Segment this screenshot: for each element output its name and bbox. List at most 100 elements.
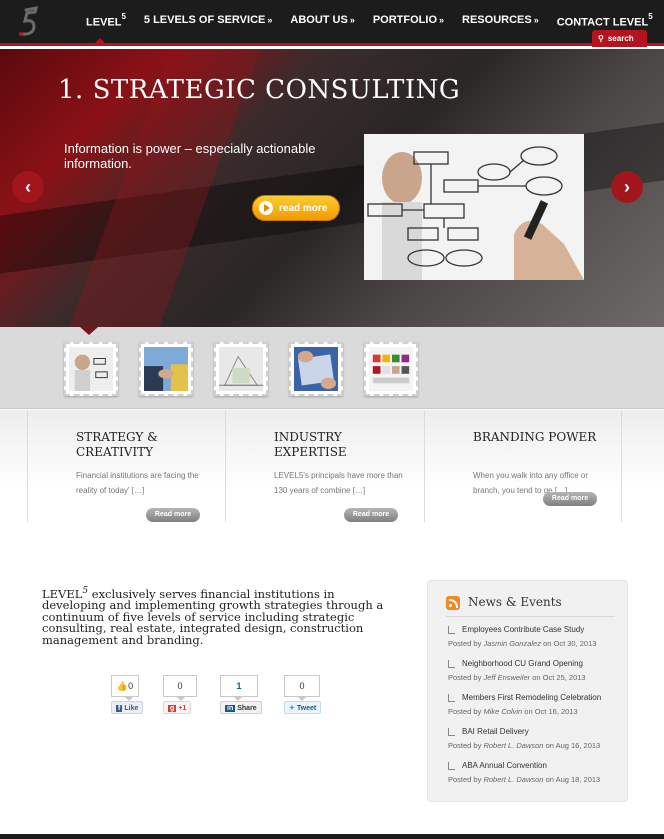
feature-read-more-button[interactable]: Read more (344, 508, 398, 522)
twitter-share: 0 ✦ Tweet (284, 675, 322, 715)
news-item-meta: Posted by Robert L. Dawson on Aug 18, 20… (448, 775, 623, 784)
chevron-double-right-icon: » (439, 15, 445, 25)
rss-icon[interactable] (446, 596, 460, 610)
feature-read-more-button[interactable]: Read more (146, 508, 200, 522)
nav-item-label: CONTACT LEVEL (556, 16, 649, 29)
nav-item-label: 5 LEVELS OF SERVICE (143, 14, 266, 26)
thumbnail-blueprints[interactable] (289, 342, 343, 396)
google-count-box: 0 (163, 675, 197, 701)
footer-bar (0, 834, 664, 839)
nav-item-sup: 5 (648, 12, 653, 21)
hero-slider: GRAPHIC DESIGN 1. STRATEGIC CONSULTING I… (0, 49, 664, 327)
nav-menu: LEVEL5 5 LEVELS OF SERVICE» ABOUT US» PO… (86, 12, 664, 29)
google-plus-icon: g (168, 705, 177, 712)
nav-item-level5[interactable]: LEVEL5 (86, 12, 126, 29)
news-item-title: Employees Contribute Case Study (462, 625, 585, 634)
news-item: Employees Contribute Case Study Posted b… (448, 625, 623, 648)
search-label: search (607, 34, 634, 43)
google-count: 0 (177, 681, 183, 691)
level5-logo[interactable] (12, 4, 46, 40)
news-item-author[interactable]: Robert L. Dawson (483, 741, 543, 750)
feature-read-more-button[interactable]: Read more (543, 492, 597, 506)
search-icon: ⚲ (598, 34, 604, 43)
news-item-date: on Oct 30, 2013 (540, 639, 597, 648)
linkedin-count-box: 1 (220, 675, 258, 701)
read-more-button[interactable]: read more (252, 195, 340, 221)
news-item-author[interactable]: Jasmin Gonzalez (483, 639, 541, 648)
news-item: BAI Retail Delivery Posted by Robert L. … (448, 727, 623, 750)
feature-text: Financial institutions are facing the re… (76, 471, 199, 495)
slider-thumbnails (0, 327, 664, 409)
thumbnail-image (144, 347, 188, 391)
intro-text: exclusively serves financial institution… (42, 586, 384, 647)
nav-item-sup: 5 (121, 12, 126, 21)
thumbnail-image (69, 347, 113, 391)
twitter-icon: ✦ (289, 705, 295, 712)
feature-industry-expertise: INDUSTRY EXPERTISE LEVEL5's principals h… (225, 410, 424, 522)
feature-branding-power: BRANDING POWER When you walk into any of… (424, 410, 622, 522)
linkedin-share: 1 in Share (220, 675, 262, 715)
feature-title: STRATEGY & CREATIVITY (76, 430, 158, 459)
thumbs-up-icon: 👍 (116, 681, 129, 691)
facebook-like-label: Like (124, 705, 139, 712)
slider-prev-button[interactable]: ‹ (12, 171, 44, 203)
thumbnail-image (369, 347, 413, 391)
news-item-meta: Posted by Jeff Ensweiler on Oct 25, 2013 (448, 673, 623, 682)
document-icon (448, 626, 455, 634)
feature-text: LEVEL5's principals have more than 130 y… (274, 471, 403, 495)
news-item-link[interactable]: Employees Contribute Case Study (448, 625, 623, 634)
news-item-date: on Aug 16, 2013 (543, 741, 601, 750)
document-icon (448, 660, 455, 668)
hero-title: 1. STRATEGIC CONSULTING (58, 75, 461, 105)
top-nav: LEVEL5 5 LEVELS OF SERVICE» ABOUT US» PO… (0, 0, 664, 47)
twitter-tweet-label: Tweet (296, 705, 317, 712)
news-events-panel: News & Events Employees Contribute Case … (427, 580, 628, 802)
news-item-author[interactable]: Jeff Ensweiler (483, 673, 530, 682)
news-item-author[interactable]: Mike Colvin (483, 707, 522, 716)
news-meta-prefix: Posted by (448, 707, 484, 716)
twitter-tweet-button[interactable]: ✦ Tweet (284, 701, 322, 714)
thumbnail-branding[interactable] (364, 342, 418, 396)
news-item-link[interactable]: ABA Annual Convention (448, 761, 623, 770)
feature-title: BRANDING POWER (473, 430, 597, 444)
news-item-link[interactable]: Members First Remodeling Celebration (448, 693, 623, 702)
active-thumbnail-indicator (80, 327, 98, 335)
news-item-date: on Aug 18, 2013 (543, 775, 601, 784)
news-item-title: BAI Retail Delivery (462, 727, 529, 736)
hero-subtitle: Information is power – especially action… (64, 141, 316, 171)
search-button[interactable]: ⚲ search (592, 30, 647, 47)
thumbnail-strategic-consulting[interactable] (64, 342, 118, 396)
facebook-like-button[interactable]: f Like (111, 701, 144, 714)
google-plus-button[interactable]: g +1 (163, 701, 192, 714)
news-item-meta: Posted by Jasmin Gonzalez on Oct 30, 201… (448, 639, 623, 648)
facebook-icon: f (116, 705, 123, 712)
facebook-count: 0 (128, 681, 134, 691)
news-item: ABA Annual Convention Posted by Robert L… (448, 761, 623, 784)
active-nav-indicator (94, 38, 106, 44)
thumbnail-handshake[interactable] (139, 342, 193, 396)
google-plus-label: +1 (178, 705, 187, 712)
thumbnail-image (294, 347, 338, 391)
document-icon (448, 694, 455, 702)
play-icon (259, 201, 273, 215)
news-item-link[interactable]: Neighborhood CU Grand Opening (448, 659, 623, 668)
nav-item-contact[interactable]: CONTACT LEVEL5 (556, 12, 653, 29)
thumbnail-architecture[interactable] (214, 342, 268, 396)
linkedin-share-button[interactable]: in Share (220, 701, 262, 714)
chevron-double-right-icon: » (533, 15, 539, 25)
news-item-title: Members First Remodeling Celebration (462, 693, 602, 702)
nav-item-portfolio[interactable]: PORTFOLIO» (373, 14, 444, 29)
nav-item-about-us[interactable]: ABOUT US» (290, 14, 354, 29)
nav-item-levels-of-service[interactable]: 5 LEVELS OF SERVICE» (144, 14, 272, 29)
document-icon (448, 762, 455, 770)
news-item-author[interactable]: Robert L. Dawson (483, 775, 543, 784)
intro-paragraph: LEVEL5 exclusively serves financial inst… (42, 586, 397, 646)
facebook-count-box: 👍0 (111, 675, 139, 701)
nav-item-resources[interactable]: RESOURCES» (462, 14, 539, 29)
slider-next-button[interactable]: › (611, 171, 643, 203)
news-item-link[interactable]: BAI Retail Delivery (448, 727, 623, 736)
news-item-date: on Oct 16, 2013 (522, 707, 578, 716)
nav-item-label: LEVEL (86, 16, 122, 29)
nav-item-label: PORTFOLIO (372, 14, 438, 26)
feature-strategy-creativity: STRATEGY & CREATIVITY Financial institut… (27, 410, 226, 522)
